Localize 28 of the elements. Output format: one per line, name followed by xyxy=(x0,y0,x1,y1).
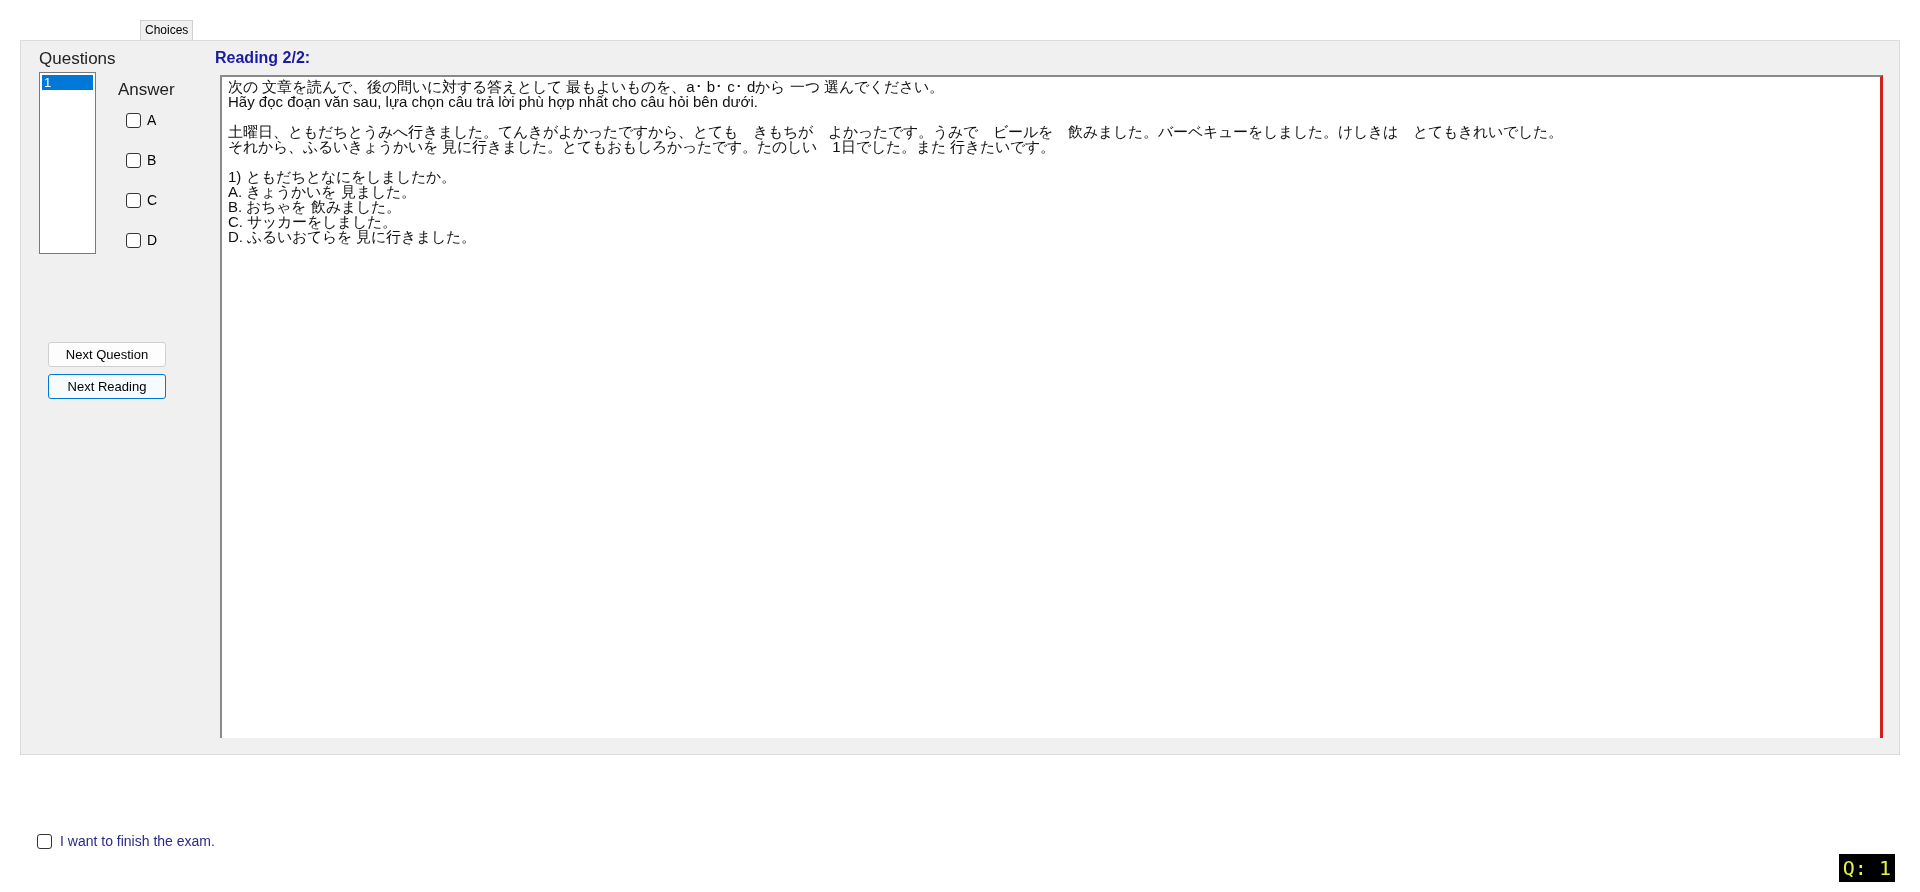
reading-line: A. きょうかいを 見ました。 xyxy=(228,184,416,199)
question-item[interactable]: 1 xyxy=(42,75,93,90)
option-label: C xyxy=(147,192,158,208)
nav-button[interactable]: Next Question xyxy=(48,342,166,367)
reading-line: 土曜日、ともだちとうみへ行きました。てんきがよかったですから、とても きもちが よかったです。うみで ビールを 飲みました。バーベキューをしました。けしきは とてもきれいでした。 xyxy=(228,124,1564,139)
reading-line: C. サッカーをしました。 xyxy=(228,214,398,229)
reading-title: Reading 2/2: xyxy=(215,49,312,67)
checkbox[interactable] xyxy=(126,232,141,248)
option-label: D xyxy=(147,232,158,248)
checkbox[interactable] xyxy=(126,112,141,128)
nav-button[interactable]: Next Reading xyxy=(48,374,166,399)
finish-label: I want to finish the exam. xyxy=(60,833,215,849)
answer-title: Answer xyxy=(118,80,175,100)
questions-title: Questions xyxy=(39,49,117,69)
option-label: B xyxy=(147,152,157,168)
reading-line: 次の 文章を読んで、後の問いに対する答えとして 最もよいものを、a･ b･ c･ dから 一つ 選んでください。 xyxy=(228,79,945,94)
reading-line: B. おちゃを 飲みました。 xyxy=(228,199,402,214)
reading-line: それから、ふるいきょうかいを 見に行きました。とてもおもしろかったです。たのしい 1日でした。また 行きたいです。 xyxy=(228,139,1056,154)
reading-line: Hãy đọc đoạn văn sau, lựa chọn câu trả lời phù hợp nhất cho câu hỏi bên dưới. xyxy=(228,94,758,109)
checkbox[interactable] xyxy=(37,833,52,849)
tab[interactable]: Choices xyxy=(140,20,194,40)
questions-list[interactable]: 1 xyxy=(39,72,96,254)
reading-line: 1) ともだちとなにをしましたか。 xyxy=(228,169,457,184)
checkbox[interactable] xyxy=(126,152,141,168)
question-counter: Q: 1 xyxy=(1838,854,1895,882)
option-label: A xyxy=(147,112,157,128)
checkbox[interactable] xyxy=(126,192,141,208)
reading-line: D. ふるいおてらを 見に行きました。 xyxy=(228,229,478,244)
